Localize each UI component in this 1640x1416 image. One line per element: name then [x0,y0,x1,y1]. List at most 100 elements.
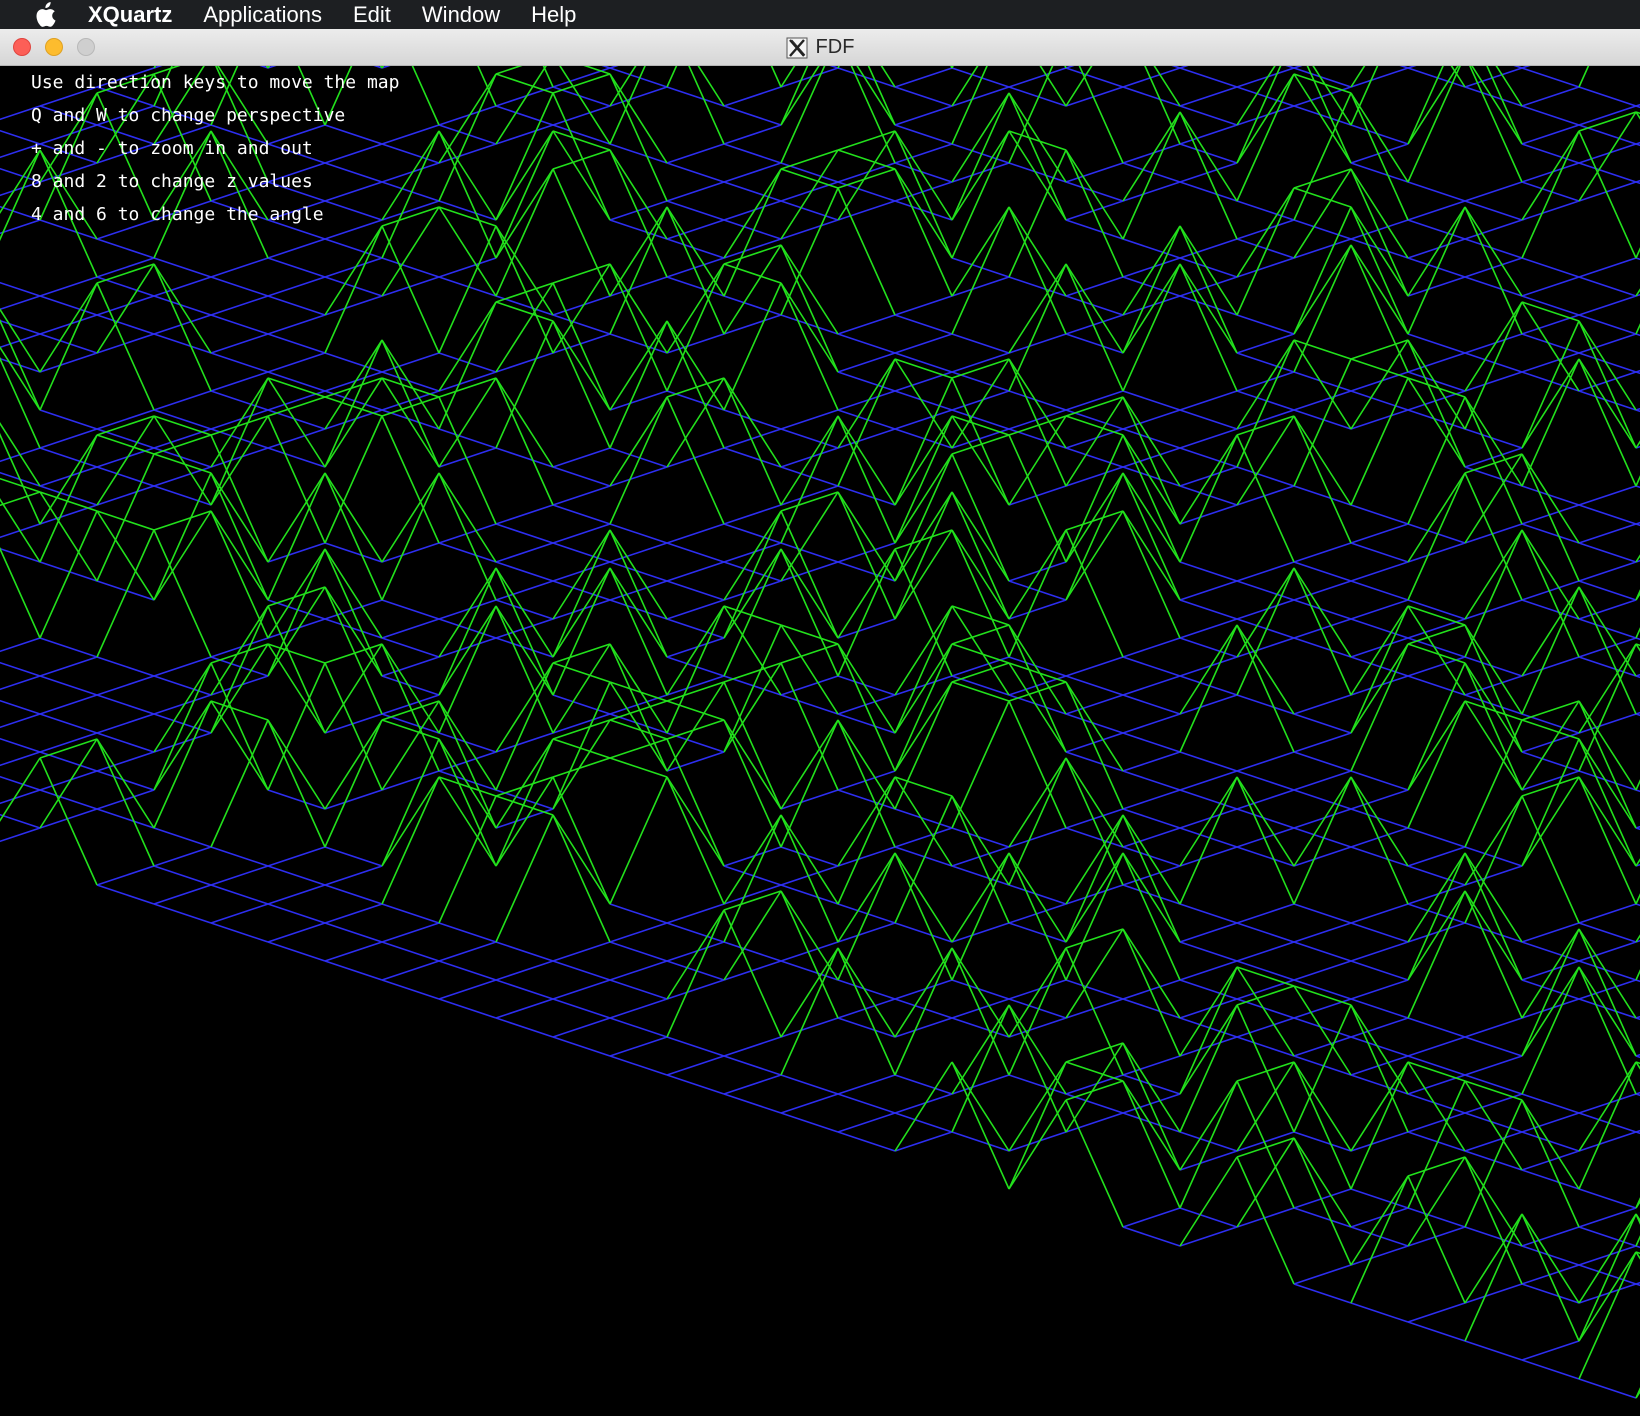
peak-edge [552,168,611,297]
title-group: FDF [0,29,1640,66]
peak-edge [1122,1080,1181,1209]
base-edge [1407,542,1466,563]
base-edge [1521,1169,1580,1190]
peak-edge [609,681,668,772]
menu-help[interactable]: Help [531,0,576,29]
peak-edge [1008,1004,1067,1095]
peak-edge [1008,66,1054,164]
base-edge [837,1112,896,1133]
base-edge [1065,181,1124,202]
menu-edit[interactable]: Edit [353,0,391,29]
menu-applications[interactable]: Applications [203,0,322,29]
base-edge [609,561,668,582]
base-edge [1578,86,1637,107]
base-edge [780,694,839,715]
base-edge [951,827,1010,848]
base-edge [1008,884,1067,905]
peak-edge [1179,1080,1238,1171]
peak-edge [1179,225,1238,354]
base-edge [666,637,725,658]
base-edge [780,865,839,886]
peak-edge [495,66,547,145]
peak-edge [780,890,839,1019]
peak-edge [1122,852,1181,943]
base-edge [723,409,782,430]
peak-edge [1293,339,1352,360]
base-edge [438,618,497,639]
base-edge [1350,219,1409,240]
base-edge [666,276,725,297]
base-edge [1065,67,1124,88]
base-edge [609,66,619,69]
peak-edge [1521,1099,1580,1228]
window-titlebar[interactable]: FDF [0,29,1640,66]
base-edge [324,922,383,943]
peak-edge [1293,244,1352,335]
base-edge [1008,1074,1067,1095]
base-edge [837,542,896,563]
base-edge [552,447,611,468]
base-edge [1293,1207,1352,1228]
peak-edge [780,719,839,810]
base-edge [438,998,497,1019]
base-edge [609,276,668,297]
base-edge [780,561,839,582]
peak-edge [495,738,554,867]
peak-edge [894,1061,953,1152]
peak-edge [552,529,611,620]
base-edge [609,998,668,1019]
base-edge [837,789,896,810]
peak-edge [381,225,440,354]
peak-edge [894,681,953,772]
base-edge [210,333,269,354]
base-edge [1635,407,1640,411]
wireframe-map [0,66,1640,1399]
base-edge [1521,1226,1580,1247]
peak-edge [1521,966,1580,1057]
base-edge [1521,599,1580,620]
base-edge [39,789,98,810]
peak-edge [1464,301,1523,430]
peak-edge [438,567,497,696]
base-edge [723,1036,782,1057]
base-edge [1521,523,1580,544]
fdf-render-canvas[interactable]: Use direction keys to move the map Q and… [0,66,1640,1416]
base-edge [495,618,554,639]
menu-xquartz[interactable]: XQuartz [88,0,172,29]
base-edge [1122,86,1181,107]
peak-edge [1236,567,1295,696]
base-edge [1179,599,1238,620]
peak-edge [267,548,326,677]
base-edge [1464,1340,1523,1361]
menu-window[interactable]: Window [422,0,500,29]
base-edge [1407,219,1466,240]
base-edge [1521,1245,1580,1266]
base-edge [1179,675,1238,696]
peak-edge [723,263,782,284]
peak-edge [1293,206,1352,335]
base-edge [1521,1264,1580,1285]
base-edge [1578,979,1637,1000]
base-edge [495,979,554,1000]
apple-menu-icon[interactable] [30,1,60,28]
base-edge [96,295,155,316]
peak-edge [1078,66,1124,164]
peak-edge [153,263,212,354]
base-edge [1122,428,1181,449]
peak-edge [1350,206,1409,335]
peak-edge [837,491,896,620]
base-edge [0,713,41,729]
peak-edge [495,567,554,658]
peak-edge [1407,339,1466,468]
base-edge [39,675,98,696]
base-edge [1521,162,1580,183]
base-edge [324,960,383,981]
base-edge [0,333,41,349]
base-edge [1464,1017,1523,1038]
peak-edge [723,662,782,683]
peak-edge [609,681,668,702]
base-edge [324,276,383,297]
peak-edge [1008,206,1067,335]
peak-edge [1464,1156,1523,1285]
peak-edge [1008,757,1067,848]
